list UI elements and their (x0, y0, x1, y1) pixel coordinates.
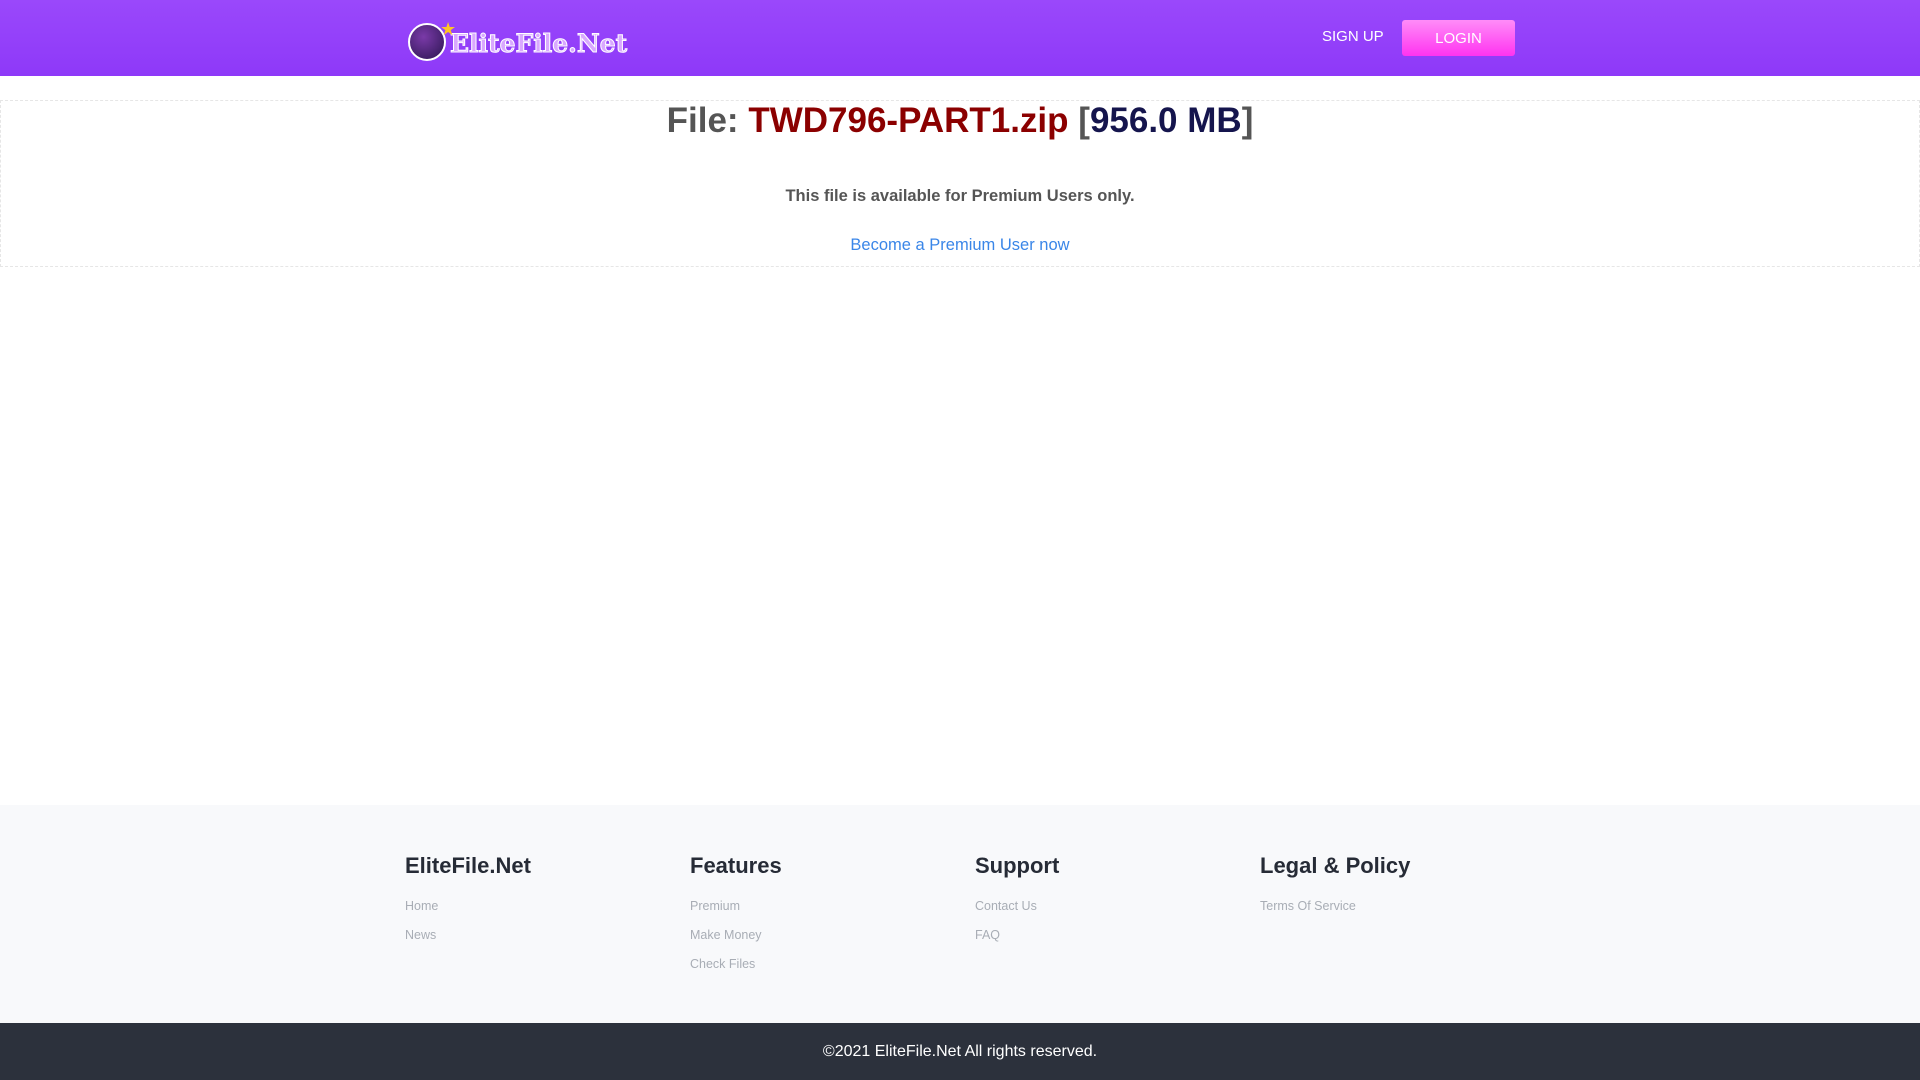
footer-link-news[interactable]: News (405, 928, 531, 942)
site-logo[interactable]: ★ EliteFile.Net (408, 14, 628, 62)
footer-heading: Legal & Policy (1260, 853, 1411, 878)
file-info-panel: File: TWD796-PART1.zip [956.0 MB] This f… (0, 100, 1920, 267)
footer-heading: EliteFile.Net (405, 853, 531, 878)
footer-link-faq[interactable]: FAQ (975, 928, 1059, 942)
footer-heading: Features (690, 853, 782, 878)
footer-column-legal: Legal & Policy Terms Of Service (1260, 853, 1410, 928)
planet-logo-icon: ★ (408, 19, 456, 61)
copyright-bar: ©2021 EliteFile.Net All rights reserved. (0, 1023, 1920, 1080)
footer: EliteFile.Net Home News Features Premium… (0, 805, 1920, 1023)
login-button[interactable]: LOGIN (1402, 20, 1515, 56)
top-navbar: ★ EliteFile.Net SIGN UP LOGIN (0, 0, 1920, 76)
copyright-text: ©2021 EliteFile.Net All rights reserved. (822, 1042, 1098, 1060)
star-icon: ★ (440, 19, 457, 39)
file-size: 956.0 MB (1089, 101, 1242, 140)
footer-column-elitefile: EliteFile.Net Home News (405, 853, 531, 957)
footer-link-home[interactable]: Home (405, 899, 531, 913)
footer-link-make-money[interactable]: Make Money (690, 928, 782, 942)
file-label: File: (666, 101, 749, 140)
footer-heading: Support (975, 853, 1060, 878)
footer-link-premium[interactable]: Premium (690, 899, 782, 913)
footer-link-contact[interactable]: Contact Us (975, 899, 1059, 913)
become-premium-link[interactable]: Become a Premium User now (850, 236, 1069, 255)
footer-link-check-files[interactable]: Check Files (690, 957, 782, 971)
footer-column-support: Support Contact Us FAQ (975, 853, 1059, 957)
file-name: TWD796-PART1.zip (748, 101, 1069, 140)
signup-link[interactable]: SIGN UP (1322, 28, 1384, 45)
premium-notice: This file is available for Premium Users… (785, 187, 1135, 205)
footer-link-terms[interactable]: Terms Of Service (1260, 899, 1410, 913)
footer-column-features: Features Premium Make Money Check Files (690, 853, 782, 986)
file-title: File: TWD796-PART1.zip [956.0 MB] (666, 101, 1254, 140)
logo-text: EliteFile.Net (449, 28, 628, 58)
